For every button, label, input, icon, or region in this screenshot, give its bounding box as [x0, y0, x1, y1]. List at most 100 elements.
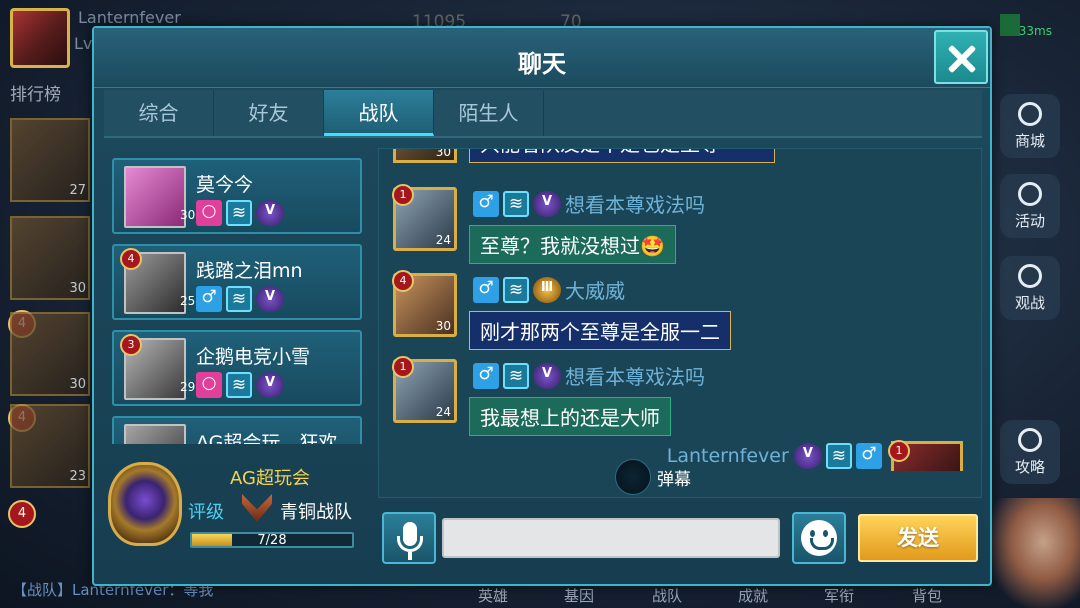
- rating-label: 评级: [188, 502, 224, 523]
- leaderboard-card[interactable]: 23: [10, 404, 90, 488]
- list-item[interactable]: 29 3 企鹅电竞小雪: [112, 330, 362, 406]
- leaderboard-card-level: 27: [69, 183, 86, 198]
- self-avatar[interactable]: 1: [888, 440, 963, 471]
- member-rank-badge: 3: [120, 334, 142, 356]
- chat-input[interactable]: [442, 518, 780, 558]
- nav-military-rank[interactable]: 军衔: [824, 585, 854, 606]
- rank-icon: [503, 362, 529, 389]
- rank-icon: [825, 443, 852, 469]
- player-name: Lanternfever: [78, 8, 181, 27]
- avatar-rank-badge: 1: [392, 184, 414, 206]
- list-item[interactable]: 25 4 践踏之泪mn: [112, 244, 362, 320]
- guide-button[interactable]: 攻略: [1000, 420, 1060, 484]
- gold-medal-icon: [533, 276, 561, 303]
- eye-icon: [1018, 264, 1042, 288]
- nav-heroes[interactable]: 英雄: [478, 585, 508, 606]
- leaderboard-rank-badge: 4: [8, 500, 36, 528]
- leaderboard-card[interactable]: 30: [10, 216, 90, 300]
- tab-strangers[interactable]: 陌生人: [434, 90, 544, 136]
- avatar-level: 24: [435, 405, 451, 419]
- team-info-panel: AG超玩会 评级 青铜战队 7/28: [104, 448, 374, 578]
- nav-team[interactable]: 战队: [652, 585, 682, 606]
- message-header: 想看本尊戏法吗: [473, 189, 705, 219]
- vip-icon: [533, 190, 561, 217]
- danmaku-label: 弹幕: [657, 470, 691, 490]
- shop-button[interactable]: 商城: [1000, 94, 1060, 158]
- bookmark-icon: [1018, 182, 1042, 206]
- nav-achievements[interactable]: 成就: [738, 585, 768, 606]
- vip-icon: [533, 362, 561, 389]
- leaderboard-card[interactable]: 30: [10, 312, 90, 396]
- member-name: 践踏之泪mn: [196, 260, 303, 282]
- rank-icon: [503, 190, 529, 217]
- message-sender[interactable]: 想看本尊戏法吗: [565, 189, 705, 218]
- gender-male-icon: [855, 443, 882, 469]
- message-item: 30 只能看队友是不是也是至尊: [393, 148, 775, 171]
- leaderboard-label[interactable]: 排行榜: [10, 80, 61, 105]
- send-button[interactable]: 发送: [858, 514, 978, 562]
- signal-icon: [1000, 14, 1020, 36]
- self-sender[interactable]: Lanternfever: [667, 445, 789, 467]
- avatar-rank-badge: 1: [888, 440, 910, 462]
- team-rank-name: 青铜战队: [280, 502, 352, 523]
- dialog-header: 聊天: [94, 28, 990, 88]
- microphone-base: [408, 552, 412, 560]
- self-message-header: Lanternfever 1: [667, 440, 963, 471]
- chat-dialog: 聊天 综合 好友 战队 陌生人 30 莫今今 25 4 践踏之泪mn 29 3 …: [92, 26, 992, 586]
- member-name: 莫今今: [196, 174, 254, 196]
- avatar-rank-badge: 1: [392, 356, 414, 378]
- shop-label: 商城: [1014, 132, 1045, 150]
- team-progress-bar: 7/28: [190, 532, 354, 548]
- ping-readout: 33ms: [1018, 24, 1052, 38]
- emoji-button[interactable]: [792, 512, 846, 564]
- microphone-stand: [397, 536, 423, 552]
- message-header: 大威威: [473, 275, 625, 305]
- team-member-list[interactable]: 30 莫今今 25 4 践踏之泪mn 29 3 企鹅电竞小雪 AG超会玩，狂欢: [112, 150, 364, 444]
- bronze-rank-icon: [242, 494, 272, 522]
- member-rank-badge: 4: [120, 248, 142, 270]
- nav-backpack[interactable]: 背包: [912, 585, 942, 606]
- player-avatar[interactable]: [10, 8, 70, 68]
- events-button[interactable]: 活动: [1000, 174, 1060, 238]
- gender-female-icon: [196, 372, 222, 398]
- member-badges: [196, 200, 288, 226]
- message-avatar[interactable]: 1 24: [392, 356, 457, 423]
- rank-icon: [226, 200, 252, 226]
- vip-icon: [256, 372, 284, 398]
- message-avatar[interactable]: 30: [393, 148, 457, 163]
- message-text: 只能看队友是不是也是至尊: [480, 149, 720, 157]
- cart-icon: [1018, 102, 1042, 126]
- leaderboard-card-level: 23: [69, 469, 86, 484]
- voice-button[interactable]: [382, 512, 436, 564]
- tab-friends[interactable]: 好友: [214, 90, 324, 136]
- dialog-title: 聊天: [518, 50, 566, 78]
- message-list[interactable]: 30 只能看队友是不是也是至尊 1 24 想看本尊戏法吗 至尊？我就没想过🤩 4…: [378, 148, 982, 498]
- message-sender[interactable]: 大威威: [565, 275, 625, 304]
- tab-general[interactable]: 综合: [104, 90, 214, 136]
- tab-team[interactable]: 战队: [324, 90, 434, 136]
- team-emblem-icon: [108, 462, 182, 546]
- member-level: 29: [180, 380, 196, 394]
- message-avatar[interactable]: 1 24: [392, 184, 457, 251]
- message-bubble: 至尊？我就没想过🤩: [469, 225, 676, 264]
- vip-icon: [256, 286, 284, 312]
- message-header: 想看本尊戏法吗: [473, 361, 705, 391]
- close-button[interactable]: [934, 30, 988, 84]
- list-item[interactable]: AG超会玩，狂欢: [112, 416, 362, 444]
- avatar-level: 30: [435, 148, 451, 159]
- list-item[interactable]: 30 莫今今: [112, 158, 362, 234]
- book-icon: [1018, 428, 1042, 452]
- leaderboard-card[interactable]: 27: [10, 118, 90, 202]
- team-progress-text: 7/28: [257, 533, 287, 548]
- message-sender[interactable]: 想看本尊戏法吗: [565, 361, 705, 390]
- spectate-button[interactable]: 观战: [1000, 256, 1060, 320]
- message-avatar[interactable]: 4 30: [392, 270, 457, 337]
- team-name: AG超玩会: [230, 468, 310, 489]
- rank-icon: [503, 276, 529, 303]
- avatar-rank-badge: 4: [392, 270, 414, 292]
- chat-tabs: 综合 好友 战队 陌生人: [104, 90, 982, 138]
- avatar-level: 24: [435, 233, 451, 247]
- leaderboard-card-level: 30: [69, 281, 86, 296]
- gender-male-icon: [473, 190, 499, 217]
- nav-genes[interactable]: 基因: [564, 585, 594, 606]
